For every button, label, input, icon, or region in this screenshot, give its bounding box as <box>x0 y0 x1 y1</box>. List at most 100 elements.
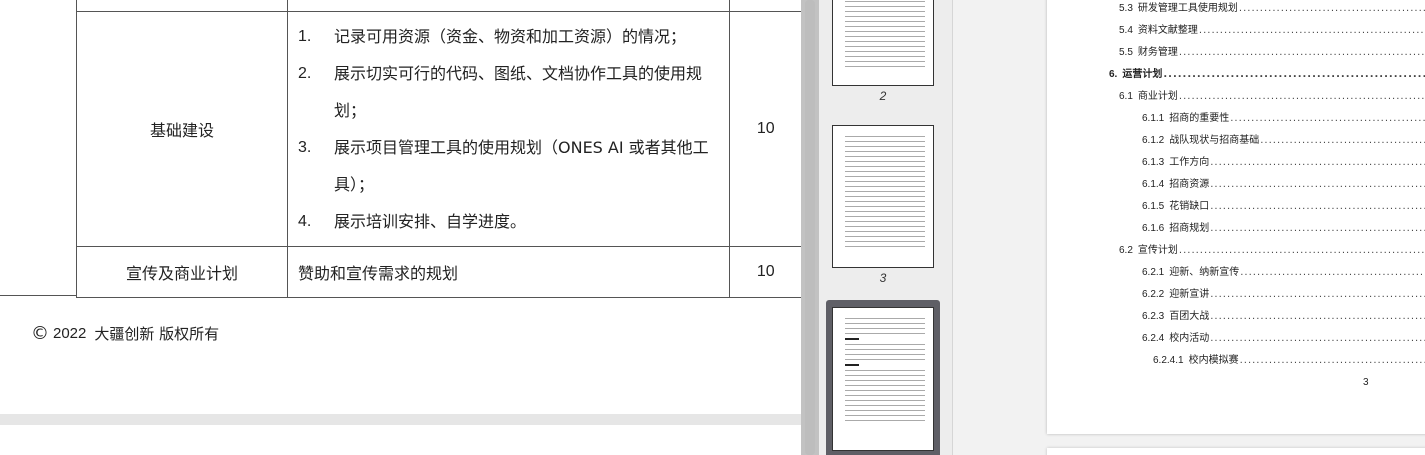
toc-entry-title: 商业计划 <box>1137 91 1178 102</box>
toc-entry-title: 财务管理 <box>1137 47 1178 58</box>
toc-entry[interactable]: 6.1.1 招商的重要性.............................… <box>1142 109 1425 124</box>
toc-leader-dots: ........................................… <box>1210 179 1425 190</box>
list-item: 2. 展示切实可行的代码、图纸、文档协作工具的使用规划； <box>298 63 703 120</box>
table-row <box>76 0 801 12</box>
page-thumbnail-4[interactable] <box>832 307 934 451</box>
toc-entry[interactable]: 6.2.4 校内活动...............................… <box>1142 329 1425 344</box>
copyright-footer: © 2022 大疆创新 版权所有 <box>31 323 219 344</box>
toc-leader-dots: ........................................… <box>1210 289 1425 300</box>
next-page-edge <box>1047 448 1425 455</box>
toc-entry-title: 宣传计划 <box>1137 245 1178 256</box>
toc-leader-dots: ........................................… <box>1240 267 1425 278</box>
toc-leader-dots: ........................................… <box>1178 245 1425 256</box>
table-row: 基础建设 1. 记录可用资源（资金、物资和加工资源）的情况； 2. 展示切实可行… <box>76 10 801 247</box>
toc-entry-number: 6.2.4.1 <box>1153 355 1184 366</box>
toc-entry-title: 百团大战 <box>1169 311 1210 322</box>
toc-entry-number: 6.2.1 <box>1142 267 1165 278</box>
toc-entry-title: 校内模拟赛 <box>1188 355 1239 366</box>
toc-entry-number: 6.2.3 <box>1142 311 1165 322</box>
toc-entry-number: 5.4 <box>1119 25 1133 36</box>
page-number: 3 <box>1363 377 1369 388</box>
toc-entry[interactable]: 5.4 资料文献整理...............................… <box>1119 21 1425 36</box>
toc-leader-dots: ........................................… <box>1230 113 1425 124</box>
toc-entry-title: 迎新宣讲 <box>1169 289 1210 300</box>
toc-entry[interactable]: 6.1.3 工作方向...............................… <box>1142 153 1425 168</box>
page-thumbnail-2[interactable] <box>832 0 934 86</box>
toc-entry-number: 6.1.4 <box>1142 179 1165 190</box>
toc-entry[interactable]: 6.2 宣传计划.................................… <box>1119 241 1425 256</box>
toc-entry-title: 招商的重要性 <box>1169 113 1230 124</box>
page-thumbnail-3[interactable] <box>832 125 934 268</box>
toc-entry[interactable]: 6. 运营计划..................................… <box>1109 65 1425 80</box>
list-item: 1. 记录可用资源（资金、物资和加工资源）的情况； <box>298 26 687 46</box>
toc-entry[interactable]: 5.3 研发管理工具使用规划...........................… <box>1119 0 1425 14</box>
toc-entry-title: 招商资源 <box>1169 179 1210 190</box>
description-cell: 赞助和宣传需求的规划 <box>287 245 730 298</box>
toc-entry[interactable]: 6.2.3 百团大战...............................… <box>1142 307 1425 322</box>
toc-leader-dots: ........................................… <box>1239 355 1425 366</box>
toc-entry[interactable]: 6.1.4 招商资源...............................… <box>1142 175 1425 190</box>
category-cell: 基础建设 <box>76 10 288 247</box>
page-separator <box>0 414 801 425</box>
toc-entry-number: 6. <box>1109 69 1118 80</box>
toc-entry-number: 5.5 <box>1119 47 1133 58</box>
toc-entry[interactable]: 6.1.2 战队现状与招商基础..........................… <box>1142 131 1425 146</box>
toc-entry-title: 资料文献整理 <box>1137 25 1198 36</box>
page-preview-area[interactable]: 5.3 研发管理工具使用规划...........................… <box>953 0 1425 455</box>
toc-page: 5.3 研发管理工具使用规划...........................… <box>1047 0 1425 434</box>
toc-entry-number: 6.1.6 <box>1142 223 1165 234</box>
thumbnail-label: 2 <box>879 89 887 103</box>
toc-entry-title: 战队现状与招商基础 <box>1169 135 1260 146</box>
scrollbar-thumb[interactable] <box>805 0 815 455</box>
toc-leader-dots: ........................................… <box>1210 157 1425 168</box>
vertical-scrollbar[interactable] <box>801 0 819 455</box>
toc-entry[interactable]: 6.2.2 迎新宣讲...............................… <box>1142 285 1425 300</box>
toc-leader-dots: ........................................… <box>1210 311 1425 322</box>
toc-leader-dots: ........................................… <box>1210 201 1425 212</box>
toc-entry[interactable]: 6.2.1 迎新、纳新宣传............................… <box>1142 263 1425 278</box>
copyright-icon: © <box>31 323 49 344</box>
toc-entry-title: 迎新、纳新宣传 <box>1169 267 1240 278</box>
score-cell: 10 <box>729 245 801 298</box>
thumbnail-label: 3 <box>879 271 887 285</box>
toc-entry-title: 招商规划 <box>1169 223 1210 234</box>
toc-entry-number: 6.2.2 <box>1142 289 1165 300</box>
toc-entry-title: 运营计划 <box>1122 69 1163 80</box>
list-item: 3. 展示项目管理工具的使用规划（ONES AI 或者其他工具）； <box>298 137 709 194</box>
toc-leader-dots: ........................................… <box>1163 69 1425 80</box>
list-item: 4. 展示培训安排、自学进度。 <box>298 211 527 231</box>
toc-entry[interactable]: 6.1.5 花销缺口...............................… <box>1142 197 1425 212</box>
copyright-text: 大疆创新 版权所有 <box>94 325 220 343</box>
document-view[interactable]: 基础建设 1. 记录可用资源（资金、物资和加工资源）的情况； 2. 展示切实可行… <box>0 0 801 455</box>
toc-entry-title: 研发管理工具使用规划 <box>1137 3 1238 14</box>
toc-entry-number: 6.2.4 <box>1142 333 1165 344</box>
toc-leader-dots: ........................................… <box>1238 3 1425 14</box>
toc-leader-dots: ........................................… <box>1210 223 1425 234</box>
scoring-table: 基础建设 1. 记录可用资源（资金、物资和加工资源）的情况； 2. 展示切实可行… <box>76 0 801 298</box>
toc-entry-title: 花销缺口 <box>1169 201 1210 212</box>
requirements-list: 1. 记录可用资源（资金、物资和加工资源）的情况； 2. 展示切实可行的代码、图… <box>298 18 723 240</box>
toc-leader-dots: ........................................… <box>1178 91 1425 102</box>
toc-entry-number: 6.1.5 <box>1142 201 1165 212</box>
toc-entry[interactable]: 6.1.6 招商规划...............................… <box>1142 219 1425 234</box>
divider <box>0 295 77 296</box>
copyright-year: 2022 <box>53 325 87 342</box>
toc-entry-number: 6.1 <box>1119 91 1133 102</box>
toc-entry-number: 5.3 <box>1119 3 1133 14</box>
toc-leader-dots: ........................................… <box>1260 135 1425 146</box>
toc-entry[interactable]: 5.5 财务管理.................................… <box>1119 43 1425 58</box>
score-cell: 10 <box>729 10 801 247</box>
toc-entry-number: 6.1.3 <box>1142 157 1165 168</box>
toc-entry-number: 6.1.1 <box>1142 113 1165 124</box>
toc-leader-dots: ........................................… <box>1210 333 1425 344</box>
toc-entry[interactable]: 6.2.4.1 校内模拟赛............................… <box>1153 351 1425 366</box>
toc-entry-title: 工作方向 <box>1169 157 1210 168</box>
toc-entry[interactable]: 6.1 商业计划.................................… <box>1119 87 1425 102</box>
toc-entry-title: 校内活动 <box>1169 333 1210 344</box>
page-thumbnails-sidebar[interactable]: 2 3 <box>819 0 953 455</box>
table-row: 宣传及商业计划 赞助和宣传需求的规划 10 <box>76 245 801 298</box>
requirements-cell: 1. 记录可用资源（资金、物资和加工资源）的情况； 2. 展示切实可行的代码、图… <box>287 10 730 247</box>
toc-entry-number: 6.2 <box>1119 245 1133 256</box>
category-cell: 宣传及商业计划 <box>76 245 288 298</box>
toc-leader-dots: ........................................… <box>1198 25 1425 36</box>
